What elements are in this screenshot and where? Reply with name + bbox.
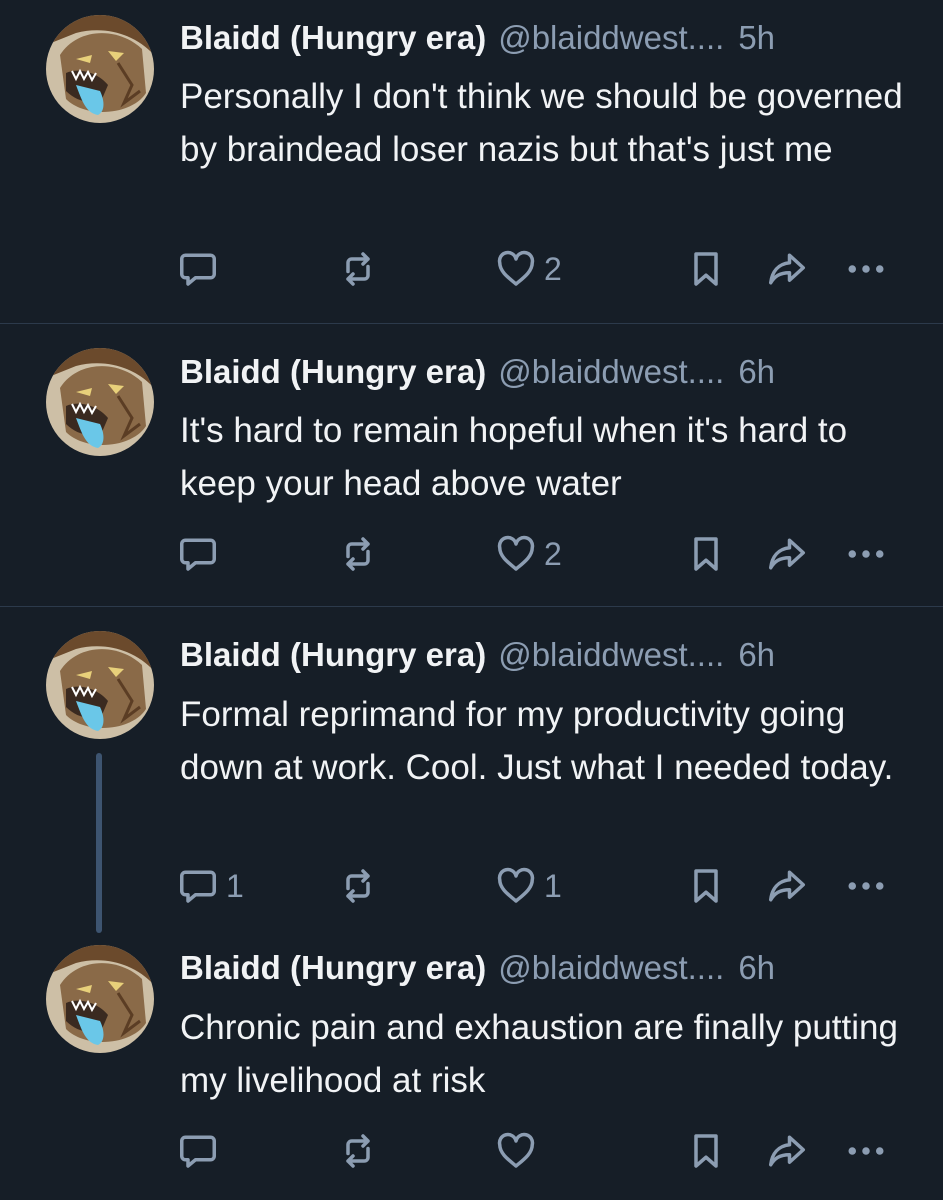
post-time[interactable]: 6h xyxy=(738,631,775,679)
repost-icon xyxy=(338,249,378,289)
reply-count: 1 xyxy=(226,867,244,904)
like-count: 2 xyxy=(544,250,562,287)
more-icon xyxy=(846,249,886,289)
avatar[interactable] xyxy=(46,945,154,1053)
post-time[interactable]: 5h xyxy=(738,14,775,62)
like-button[interactable]: 2 xyxy=(496,241,562,297)
share-button[interactable] xyxy=(765,241,809,297)
avatar[interactable] xyxy=(46,631,154,739)
post-header: Blaidd (Hungry era) @blaiddwest.... 6h xyxy=(180,944,907,992)
bookmark-icon xyxy=(686,1131,726,1171)
bookmark-icon xyxy=(686,534,726,574)
post[interactable]: Blaidd (Hungry era) @blaiddwest.... 6h C… xyxy=(0,920,943,1200)
share-icon xyxy=(765,534,809,574)
reply-button[interactable] xyxy=(178,1123,226,1179)
like-button[interactable]: 2 xyxy=(496,526,562,582)
reply-icon xyxy=(178,866,218,906)
reply-icon xyxy=(178,249,218,289)
repost-button[interactable] xyxy=(338,858,386,914)
author-name[interactable]: Blaidd (Hungry era) xyxy=(180,631,486,679)
more-icon xyxy=(846,534,886,574)
post-text: Chronic pain and exhaustion are finally … xyxy=(180,1008,898,1100)
author-name[interactable]: Blaidd (Hungry era) xyxy=(180,944,486,992)
post[interactable]: Blaidd (Hungry era) @blaiddwest.... 6h F… xyxy=(0,607,943,933)
post-actions: 2 xyxy=(0,241,943,297)
more-button[interactable] xyxy=(846,858,886,914)
post-header: Blaidd (Hungry era) @blaiddwest.... 6h xyxy=(180,631,907,679)
heart-icon xyxy=(496,866,536,906)
reply-button[interactable] xyxy=(178,241,226,297)
reply-icon xyxy=(178,1131,218,1171)
post[interactable]: Blaidd (Hungry era) @blaiddwest.... 6h I… xyxy=(0,324,943,606)
like-button[interactable]: 1 xyxy=(496,858,562,914)
more-button[interactable] xyxy=(846,526,886,582)
post-actions: 1 1 xyxy=(0,858,943,914)
post-text: Formal reprimand for my productivity goi… xyxy=(180,695,894,787)
share-button[interactable] xyxy=(765,1123,809,1179)
more-icon xyxy=(846,1131,886,1171)
post-header: Blaidd (Hungry era) @blaiddwest.... 5h xyxy=(180,14,907,62)
avatar[interactable] xyxy=(46,348,154,456)
repost-icon xyxy=(338,1131,378,1171)
bookmark-button[interactable] xyxy=(686,241,726,297)
author-name[interactable]: Blaidd (Hungry era) xyxy=(180,14,486,62)
share-button[interactable] xyxy=(765,526,809,582)
author-handle[interactable]: @blaiddwest.... xyxy=(498,944,724,992)
bookmark-button[interactable] xyxy=(686,526,726,582)
post-text: It's hard to remain hopeful when it's ha… xyxy=(180,411,848,503)
bookmark-button[interactable] xyxy=(686,858,726,914)
repost-icon xyxy=(338,866,378,906)
share-icon xyxy=(765,249,809,289)
more-button[interactable] xyxy=(846,241,886,297)
post-time[interactable]: 6h xyxy=(738,944,775,992)
author-handle[interactable]: @blaiddwest.... xyxy=(498,14,724,62)
bookmark-button[interactable] xyxy=(686,1123,726,1179)
avatar[interactable] xyxy=(46,15,154,123)
author-name[interactable]: Blaidd (Hungry era) xyxy=(180,348,486,396)
repost-button[interactable] xyxy=(338,526,386,582)
author-handle[interactable]: @blaiddwest.... xyxy=(498,631,724,679)
share-button[interactable] xyxy=(765,858,809,914)
repost-button[interactable] xyxy=(338,241,386,297)
heart-icon xyxy=(496,249,536,289)
more-button[interactable] xyxy=(846,1123,886,1179)
reply-button[interactable]: 1 xyxy=(178,858,244,914)
bookmark-icon xyxy=(686,249,726,289)
post-header: Blaidd (Hungry era) @blaiddwest.... 6h xyxy=(180,348,907,396)
post-text: Personally I don't think we should be go… xyxy=(180,77,903,169)
post-actions xyxy=(0,1123,943,1179)
reply-button[interactable] xyxy=(178,526,226,582)
share-icon xyxy=(765,1131,809,1171)
post[interactable]: Blaidd (Hungry era) @blaiddwest.... 5h P… xyxy=(0,0,943,323)
heart-icon xyxy=(496,1131,536,1171)
repost-button[interactable] xyxy=(338,1123,386,1179)
share-icon xyxy=(765,866,809,906)
heart-icon xyxy=(496,534,536,574)
like-button[interactable] xyxy=(496,1123,544,1179)
post-time[interactable]: 6h xyxy=(738,348,775,396)
like-count: 1 xyxy=(544,867,562,904)
more-icon xyxy=(846,866,886,906)
repost-icon xyxy=(338,534,378,574)
like-count: 2 xyxy=(544,535,562,572)
author-handle[interactable]: @blaiddwest.... xyxy=(498,348,724,396)
bookmark-icon xyxy=(686,866,726,906)
reply-icon xyxy=(178,534,218,574)
post-actions: 2 xyxy=(0,526,943,582)
